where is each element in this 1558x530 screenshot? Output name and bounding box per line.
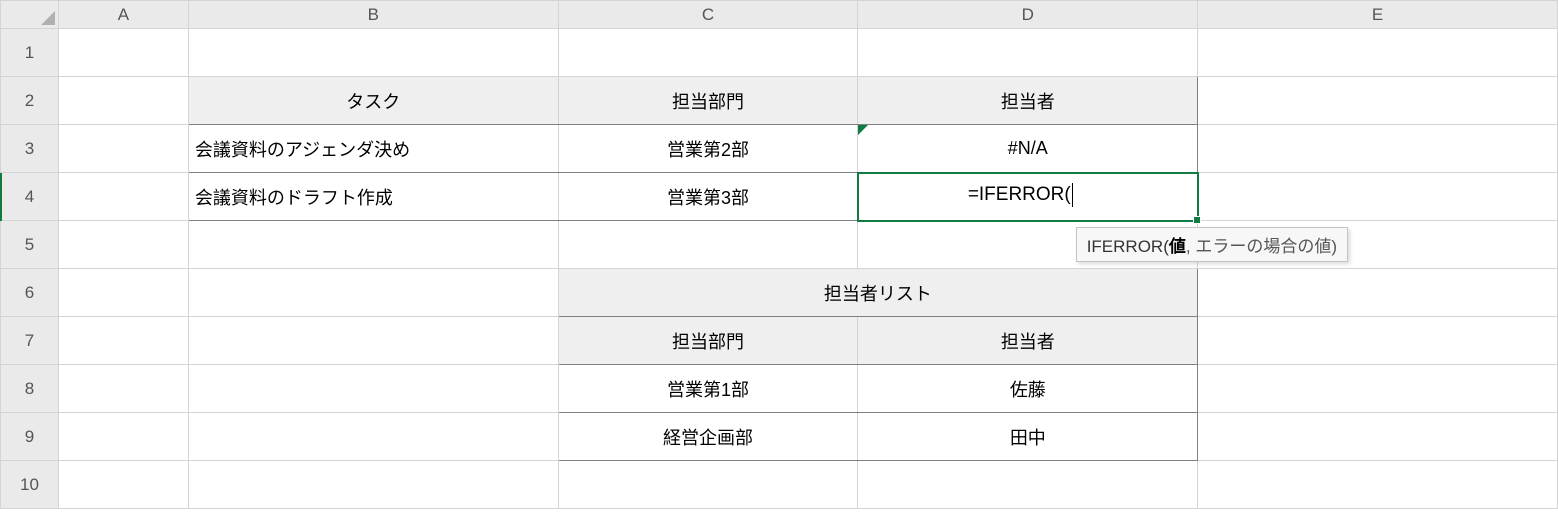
cell-D3[interactable]: #N/A bbox=[858, 125, 1198, 173]
cell-B8[interactable] bbox=[188, 365, 558, 413]
cell-A9[interactable] bbox=[58, 413, 188, 461]
cell-B9[interactable] bbox=[188, 413, 558, 461]
cell-C1[interactable] bbox=[558, 29, 858, 77]
cell-B4[interactable]: 会議資料のドラフト作成 bbox=[188, 173, 558, 221]
cell-A6[interactable] bbox=[58, 269, 188, 317]
cell-A5[interactable] bbox=[58, 221, 188, 269]
cell-B3[interactable]: 会議資料のアジェンダ決め bbox=[188, 125, 558, 173]
cell-E3[interactable] bbox=[1198, 125, 1558, 173]
cell-D1[interactable] bbox=[858, 29, 1198, 77]
row-header-8[interactable]: 8 bbox=[1, 365, 59, 413]
cell-E7[interactable] bbox=[1198, 317, 1558, 365]
cell-D10[interactable] bbox=[858, 461, 1198, 509]
row-header-9[interactable]: 9 bbox=[1, 413, 59, 461]
cell-A1[interactable] bbox=[58, 29, 188, 77]
formula-tooltip[interactable]: IFERROR(値, エラーの場合の値) bbox=[1076, 227, 1348, 262]
cell-B2[interactable]: タスク bbox=[188, 77, 558, 125]
col-header-E[interactable]: E bbox=[1198, 1, 1558, 29]
cell-D7[interactable]: 担当者 bbox=[858, 317, 1198, 365]
cell-A3[interactable] bbox=[58, 125, 188, 173]
row-header-1[interactable]: 1 bbox=[1, 29, 59, 77]
cell-C3[interactable]: 営業第2部 bbox=[558, 125, 858, 173]
col-header-C[interactable]: C bbox=[558, 1, 858, 29]
cell-C10[interactable] bbox=[558, 461, 858, 509]
cell-C5[interactable] bbox=[558, 221, 858, 269]
select-all-corner[interactable] bbox=[1, 1, 59, 29]
row-header-4[interactable]: 4 bbox=[1, 173, 59, 221]
cell-A4[interactable] bbox=[58, 173, 188, 221]
cell-D8[interactable]: 佐藤 bbox=[858, 365, 1198, 413]
error-indicator-icon bbox=[858, 125, 868, 135]
cell-D9[interactable]: 田中 bbox=[858, 413, 1198, 461]
cell-C6D6[interactable]: 担当者リスト bbox=[558, 269, 1198, 317]
cell-B6[interactable] bbox=[188, 269, 558, 317]
active-row-indicator bbox=[0, 173, 2, 221]
cell-B1[interactable] bbox=[188, 29, 558, 77]
cell-E9[interactable] bbox=[1198, 413, 1558, 461]
row-header-6[interactable]: 6 bbox=[1, 269, 59, 317]
row-header-7[interactable]: 7 bbox=[1, 317, 59, 365]
cell-A10[interactable] bbox=[58, 461, 188, 509]
cell-E6[interactable] bbox=[1198, 269, 1558, 317]
cell-B10[interactable] bbox=[188, 461, 558, 509]
cell-E8[interactable] bbox=[1198, 365, 1558, 413]
cell-A8[interactable] bbox=[58, 365, 188, 413]
row-header-10[interactable]: 10 bbox=[1, 461, 59, 509]
cell-D2[interactable]: 担当者 bbox=[858, 77, 1198, 125]
col-header-D[interactable]: D bbox=[858, 1, 1198, 29]
cell-B5[interactable] bbox=[188, 221, 558, 269]
cell-A2[interactable] bbox=[58, 77, 188, 125]
col-header-A[interactable]: A bbox=[58, 1, 188, 29]
row-header-5[interactable]: 5 bbox=[1, 221, 59, 269]
cell-C9[interactable]: 経営企画部 bbox=[558, 413, 858, 461]
col-header-B[interactable]: B bbox=[188, 1, 558, 29]
cell-E4[interactable] bbox=[1198, 173, 1558, 221]
cell-C8[interactable]: 営業第1部 bbox=[558, 365, 858, 413]
row-header-3[interactable]: 3 bbox=[1, 125, 59, 173]
cell-E10[interactable] bbox=[1198, 461, 1558, 509]
cell-E1[interactable] bbox=[1198, 29, 1558, 77]
cell-B7[interactable] bbox=[188, 317, 558, 365]
cell-E2[interactable] bbox=[1198, 77, 1558, 125]
cell-C2[interactable]: 担当部門 bbox=[558, 77, 858, 125]
cell-C7[interactable]: 担当部門 bbox=[558, 317, 858, 365]
cell-A7[interactable] bbox=[58, 317, 188, 365]
cell-C4[interactable]: 営業第3部 bbox=[558, 173, 858, 221]
row-header-2[interactable]: 2 bbox=[1, 77, 59, 125]
cell-D4[interactable] bbox=[858, 173, 1198, 221]
